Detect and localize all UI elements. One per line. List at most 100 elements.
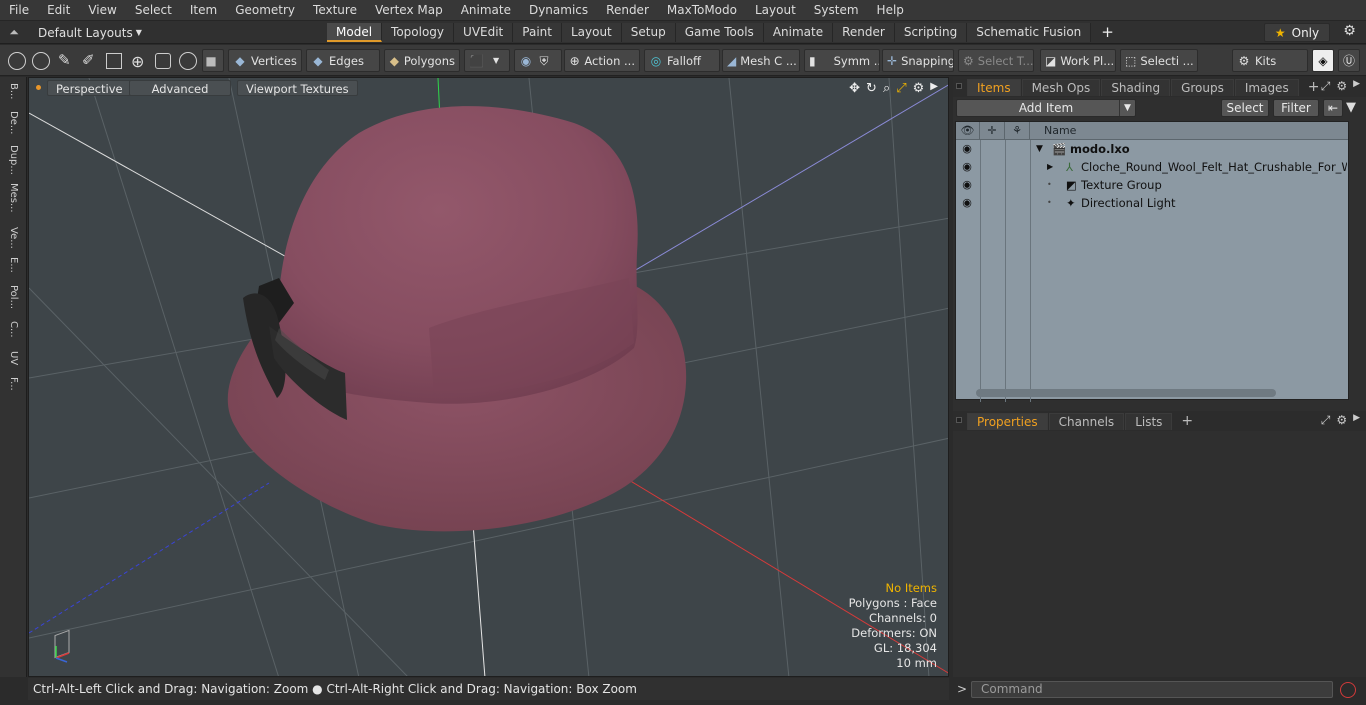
collapse-arrow-icon[interactable]: ▶ (1047, 158, 1053, 176)
perspective-dropdown[interactable]: Perspective (47, 80, 132, 96)
menu-maxtomodo[interactable]: MaxToModo (658, 0, 746, 21)
horizontal-scrollbar[interactable] (976, 389, 1276, 397)
selection-sets-button[interactable]: ⬚ Selecti ... (1120, 49, 1198, 72)
tab-model[interactable]: Model (327, 23, 383, 42)
add-tab-icon[interactable]: + (1091, 23, 1124, 42)
tab-schematic-fusion[interactable]: Schematic Fusion (967, 23, 1092, 42)
menu-render[interactable]: Render (597, 0, 658, 21)
action-button[interactable]: ⊕ Action ... (564, 49, 640, 72)
menu-edit[interactable]: Edit (38, 0, 79, 21)
palette-duplicate[interactable]: Dup... (5, 145, 22, 175)
timer-icon[interactable] (179, 52, 197, 70)
advanced-dropdown[interactable]: Advanced (129, 80, 231, 96)
gear-icon[interactable]: ⚙ (1340, 23, 1359, 42)
eye-icon[interactable]: ◉ (961, 142, 973, 156)
pen-icon[interactable]: ✎ (58, 51, 71, 69)
eye-icon[interactable]: ◉ (961, 196, 973, 210)
edges-button[interactable]: ◆ Edges (306, 49, 380, 72)
palette-edge[interactable]: E... (5, 257, 22, 273)
viewport-textures-dropdown[interactable]: Viewport Textures (237, 80, 358, 96)
tab-images[interactable]: Images (1234, 78, 1299, 96)
menu-item[interactable]: Item (181, 0, 226, 21)
viewport-gear-icon[interactable]: ⚙ (913, 81, 925, 96)
globe-icon[interactable] (32, 52, 50, 70)
eye-icon[interactable]: ◉ (961, 160, 973, 174)
record-icon[interactable] (1340, 682, 1356, 698)
kits-button[interactable]: ⚙ Kits (1232, 49, 1308, 72)
panel-gear-icon[interactable]: ⚙ (1336, 79, 1347, 94)
cube-button[interactable]: ■ (202, 49, 224, 72)
3d-viewport[interactable]: Perspective Advanced Viewport Textures ✥… (28, 77, 949, 677)
tab-paint[interactable]: Paint (513, 23, 562, 42)
tab-animate[interactable]: Animate (763, 23, 834, 42)
palette-uv[interactable]: UV (5, 351, 22, 365)
menu-dynamics[interactable]: Dynamics (520, 0, 597, 21)
unreal-button[interactable]: Ⓤ (1338, 49, 1360, 72)
palette-fusion[interactable]: F... (5, 377, 22, 391)
menu-animate[interactable]: Animate (452, 0, 520, 21)
item-row-texture-group[interactable]: ◉ • ◩ Texture Group (956, 176, 1348, 194)
layout-up-icon[interactable]: ⏶ (6, 25, 22, 40)
crosshair-icon[interactable]: ⊕ (131, 52, 144, 71)
lock-column-icon[interactable]: ✛ (980, 122, 1005, 140)
expand-panel-icon[interactable]: ⤢ (1321, 79, 1331, 94)
name-column-header[interactable]: Name (1030, 122, 1348, 140)
menu-layout[interactable]: Layout (746, 0, 805, 21)
snap-mode-buttons[interactable]: ◉ ⛨ (514, 49, 562, 72)
tab-scripting[interactable]: Scripting (894, 23, 968, 42)
panel-handle-icon[interactable] (956, 83, 962, 89)
snapping-button[interactable]: ✛ Snapping (882, 49, 954, 72)
work-plane-button[interactable]: ◪ Work Pl... (1040, 49, 1116, 72)
palette-basic[interactable]: B... (5, 83, 22, 99)
expand-panel-icon[interactable]: ⤢ (1321, 413, 1331, 428)
tab-render[interactable]: Render (833, 23, 895, 42)
tab-mesh-ops[interactable]: Mesh Ops (1021, 78, 1101, 96)
viewport-menu-arrow-icon[interactable]: ▶ (930, 81, 938, 96)
collapse-icon[interactable]: ⇤ (1323, 99, 1343, 117)
menu-geometry[interactable]: Geometry (226, 0, 304, 21)
expand-arrow-icon[interactable]: ▼ (1036, 140, 1043, 158)
layouts-dropdown[interactable]: ⏶ Default Layouts ▼ (6, 24, 142, 41)
layers-icon[interactable] (106, 53, 122, 69)
square-icon[interactable] (155, 53, 171, 69)
menu-select[interactable]: Select (126, 0, 181, 21)
funnel-icon[interactable]: ▼ (1346, 100, 1356, 115)
item-row-scene[interactable]: ◉ ▼ 🎬 modo.lxo (956, 140, 1348, 158)
polygons-button[interactable]: ◆ Polygons (384, 49, 460, 72)
menu-view[interactable]: View (79, 0, 125, 21)
tab-channels[interactable]: Channels (1048, 412, 1125, 430)
symmetry-button[interactable]: ▮ Symm ... (804, 49, 880, 72)
palette-polygon[interactable]: Pol... (5, 285, 22, 309)
only-toggle[interactable]: ★ Only (1264, 23, 1330, 42)
render-column-icon[interactable]: ⚘ (1005, 122, 1030, 140)
tab-groups[interactable]: Groups (1171, 78, 1234, 96)
maximize-view-icon[interactable]: ⤢ (896, 81, 906, 96)
mesh-constraint-button[interactable]: ◢ Mesh C ... (722, 49, 800, 72)
eye-icon[interactable]: ◉ (961, 178, 973, 192)
rotate-view-icon[interactable]: ↻ (866, 81, 877, 96)
palette-vertex[interactable]: Ve... (5, 227, 22, 249)
menu-help[interactable]: Help (868, 0, 913, 21)
add-item-dropdown[interactable]: Add Item ▼ (956, 99, 1136, 117)
visibility-column-icon[interactable]: 👁 (956, 122, 980, 140)
menu-system[interactable]: System (805, 0, 868, 21)
tab-game-tools[interactable]: Game Tools (675, 23, 764, 42)
palette-deform[interactable]: De... (5, 111, 22, 134)
item-row-directional-light[interactable]: ◉ • ✦ Directional Light (956, 194, 1348, 212)
menu-file[interactable]: File (0, 0, 38, 21)
tab-layout[interactable]: Layout (561, 23, 622, 42)
panel-menu-arrow-icon[interactable]: ▶ (1353, 79, 1360, 94)
circle-select-icon[interactable] (8, 52, 26, 70)
palette-mesh-edit[interactable]: Mes... (5, 183, 22, 213)
panel-gear-icon[interactable]: ⚙ (1336, 413, 1347, 428)
falloff-button[interactable]: ◎ Falloff (644, 49, 720, 72)
move-view-icon[interactable]: ✥ (849, 81, 860, 96)
vertices-button[interactable]: ◆ Vertices (228, 49, 302, 72)
palette-curve[interactable]: C... (5, 321, 22, 338)
filter-button[interactable]: Filter (1273, 99, 1319, 117)
tab-properties[interactable]: Properties (967, 412, 1048, 430)
command-input[interactable]: Command (971, 681, 1333, 698)
item-mode-dropdown[interactable]: ⬛ ▼ (464, 49, 510, 72)
tab-items[interactable]: Items (967, 78, 1021, 96)
tab-topology[interactable]: Topology (382, 23, 455, 42)
